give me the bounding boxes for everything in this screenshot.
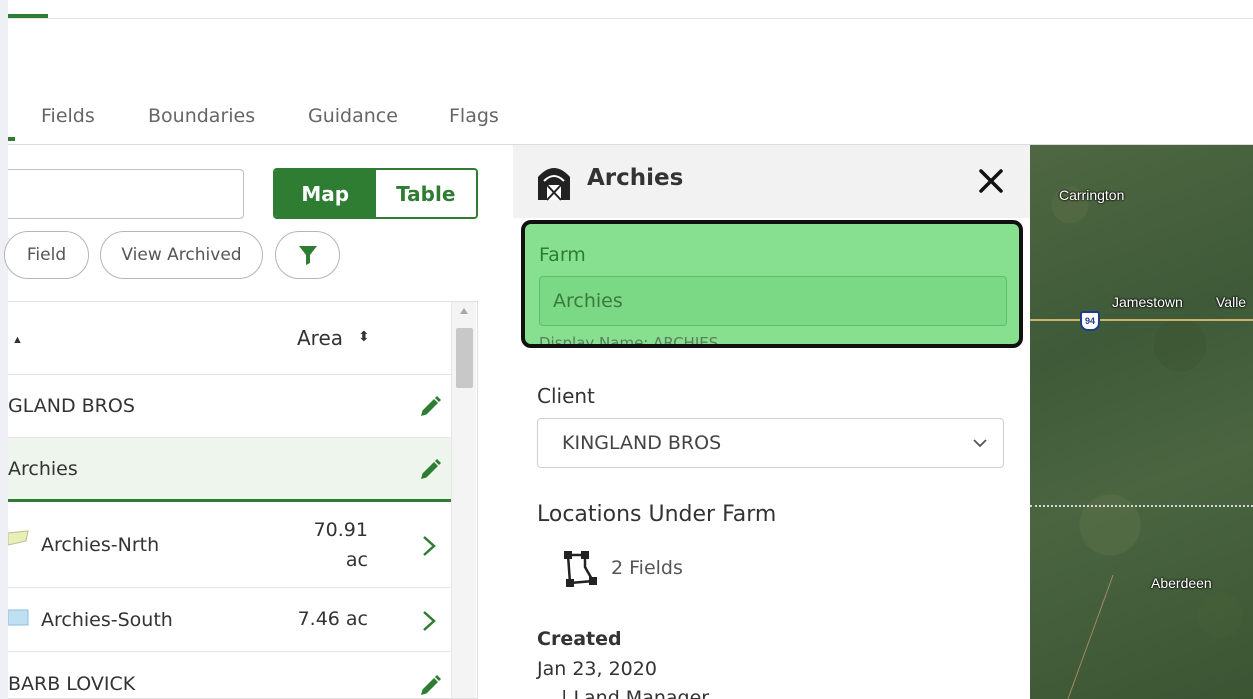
farm-label: Farm xyxy=(539,244,586,266)
locations-title: Locations Under Farm xyxy=(537,502,777,527)
display-name: Display Name: ARCHIES xyxy=(539,334,719,348)
map-view[interactable]: 94 Carrington Jamestown Valle Aberdeen xyxy=(1030,145,1253,699)
map-state-border xyxy=(1030,505,1253,507)
map-label-jamestown: Jamestown xyxy=(1112,294,1183,310)
scrollbar[interactable] xyxy=(451,302,476,698)
edit-icon[interactable] xyxy=(418,674,442,698)
map-label-valle: Valle xyxy=(1216,294,1247,310)
filter-button[interactable] xyxy=(275,231,340,279)
map-view-button[interactable]: Map xyxy=(275,170,376,217)
farm-title: Archies xyxy=(587,165,684,191)
field-table: ▲ Area ⬍ GLAND BROS Archies Archies-Nrth… xyxy=(8,301,478,699)
chevron-right-icon[interactable] xyxy=(422,610,436,632)
created-by: | Land Manager xyxy=(561,687,710,699)
field-shape-icon xyxy=(8,609,29,626)
interstate-shield-icon: 94 xyxy=(1080,311,1100,331)
detail-body: Farm Archies Display Name: ARCHIES Clien… xyxy=(513,218,1030,699)
field-area: 70.91 ac xyxy=(313,519,368,571)
chevron-right-icon[interactable] xyxy=(422,535,436,557)
tab-flags[interactable]: Flags xyxy=(449,105,499,127)
map-highway xyxy=(1030,319,1253,321)
field-row[interactable]: Archies-South 7.46 ac xyxy=(8,588,451,652)
client-name: GLAND BROS xyxy=(8,395,135,417)
map-label-carrington: Carrington xyxy=(1059,187,1125,203)
filter-icon xyxy=(298,246,317,265)
table-view-button[interactable]: Table xyxy=(375,170,476,217)
scroll-up-arrow[interactable] xyxy=(460,308,468,314)
area-column-header[interactable]: Area xyxy=(297,326,343,350)
farm-detail-panel: Archies Farm Archies Display Name: ARCHI… xyxy=(513,145,1030,699)
top-bar-accent xyxy=(8,14,48,18)
detail-header: Archies xyxy=(513,145,1030,218)
add-field-button[interactable]: Field xyxy=(4,231,89,279)
barn-icon xyxy=(538,168,570,201)
table-header: ▲ Area ⬍ xyxy=(8,302,451,375)
farm-row[interactable]: Archies xyxy=(8,438,451,502)
field-name: Archies-Nrth xyxy=(41,534,160,556)
client-row[interactable]: GLAND BROS xyxy=(8,375,451,438)
field-shape-icon xyxy=(8,530,29,546)
farm-name: Archies xyxy=(8,458,78,480)
farm-name-input[interactable]: Archies xyxy=(539,276,1007,326)
tab-guidance[interactable]: Guidance xyxy=(308,105,398,127)
view-toggle: Map Table xyxy=(273,168,478,219)
created-label: Created xyxy=(537,628,622,650)
field-area: 7.46 ac xyxy=(297,608,368,630)
client-name: BARB LOVICK xyxy=(8,673,136,695)
edit-icon[interactable] xyxy=(418,395,442,419)
map-river xyxy=(1067,575,1233,699)
area-sort-icon[interactable]: ⬍ xyxy=(358,328,370,345)
name-sort-icon[interactable]: ▲ xyxy=(12,334,23,346)
client-label: Client xyxy=(537,384,595,408)
tab-boundaries[interactable]: Boundaries xyxy=(148,105,255,127)
farm-name-highlight: Farm Archies Display Name: ARCHIES xyxy=(521,220,1023,348)
chevron-down-icon xyxy=(973,439,987,448)
map-label-aberdeen: Aberdeen xyxy=(1151,575,1212,591)
field-boundary-icon xyxy=(564,551,597,587)
tab-bar: Fields Boundaries Guidance Flags xyxy=(8,19,1253,145)
field-row[interactable]: Archies-Nrth 70.91 ac xyxy=(8,502,451,588)
created-date: Jan 23, 2020 xyxy=(537,658,657,680)
field-list-panel: Map Table Field View Archived ▲ Area ⬍ G… xyxy=(4,145,513,699)
client-select[interactable]: KINGLAND BROS xyxy=(537,418,1004,468)
fields-count-link[interactable]: 2 Fields xyxy=(611,557,683,579)
search-input[interactable] xyxy=(8,169,244,219)
scroll-thumb[interactable] xyxy=(456,328,473,388)
client-row[interactable]: BARB LOVICK xyxy=(8,652,451,698)
field-name: Archies-South xyxy=(41,609,173,631)
view-archived-button[interactable]: View Archived xyxy=(100,231,263,279)
active-tab-indicator xyxy=(8,137,15,141)
close-icon[interactable] xyxy=(977,167,1005,195)
top-bar xyxy=(8,0,1253,19)
client-select-value: KINGLAND BROS xyxy=(562,432,722,454)
tab-fields[interactable]: Fields xyxy=(41,105,95,127)
edit-icon[interactable] xyxy=(418,458,442,482)
